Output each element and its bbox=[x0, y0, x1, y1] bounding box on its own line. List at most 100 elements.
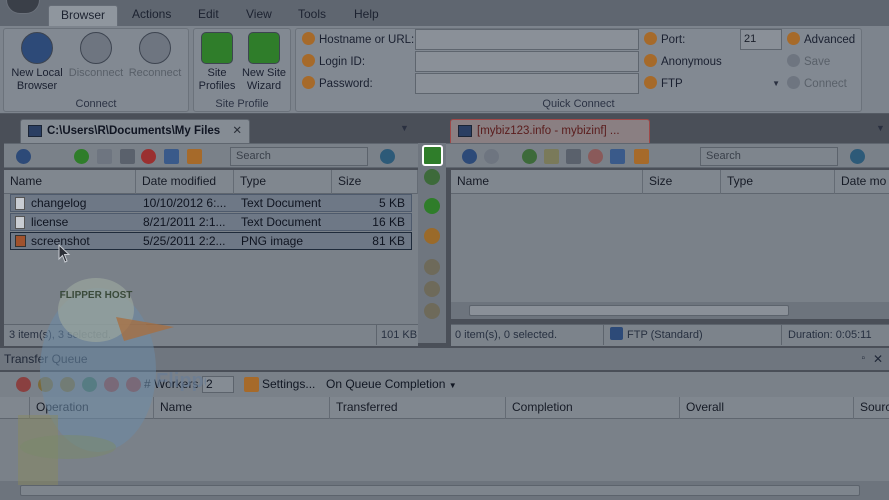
port-input[interactable]: 21 bbox=[740, 29, 782, 50]
chevron-down-icon: ▼ bbox=[772, 79, 780, 88]
tab-edit[interactable]: Edit bbox=[186, 5, 231, 26]
start-icon[interactable] bbox=[82, 377, 97, 392]
remote-list-header: Name Size Type Date mo bbox=[451, 170, 889, 194]
local-col-size[interactable]: Size bbox=[332, 170, 418, 194]
tab-help[interactable]: Help bbox=[342, 5, 391, 26]
hostname-input[interactable] bbox=[415, 29, 639, 50]
local-col-date[interactable]: Date modified bbox=[136, 170, 234, 194]
site-wizard-icon bbox=[248, 32, 280, 64]
login-id-input[interactable] bbox=[415, 51, 639, 72]
remote-col-name[interactable]: Name bbox=[451, 170, 643, 194]
password-input[interactable] bbox=[415, 73, 639, 94]
file-date: 5/25/2011 2:2... bbox=[143, 234, 226, 248]
tab-list-chevron-icon[interactable]: ▼ bbox=[400, 123, 409, 133]
search-icon[interactable] bbox=[380, 149, 395, 164]
queue-col-name[interactable]: Name bbox=[154, 397, 330, 419]
remote-edit-icon[interactable] bbox=[610, 149, 625, 164]
remote-print-icon[interactable] bbox=[566, 149, 581, 164]
queue-col-operation[interactable]: Operation bbox=[30, 397, 154, 419]
local-file-list[interactable]: changelog 10/10/2012 6:... Text Document… bbox=[4, 194, 418, 324]
view-options-icon[interactable] bbox=[187, 149, 202, 164]
remote-col-type[interactable]: Type bbox=[721, 170, 835, 194]
advanced-button[interactable]: Advanced bbox=[787, 30, 855, 50]
remote-tab-list-chevron-icon[interactable]: ▼ bbox=[876, 123, 885, 133]
remote-forward-icon[interactable] bbox=[484, 149, 499, 164]
remote-col-date[interactable]: Date mo bbox=[835, 170, 889, 194]
settings-button[interactable]: Settings... bbox=[262, 372, 315, 397]
save-button[interactable]: Save bbox=[787, 52, 830, 72]
queue-scrollbar-thumb[interactable] bbox=[20, 485, 860, 496]
local-col-name[interactable]: Name bbox=[4, 170, 136, 194]
scrollbar-thumb[interactable] bbox=[469, 305, 789, 316]
tab-tools[interactable]: Tools bbox=[286, 5, 338, 26]
tab-view[interactable]: View bbox=[234, 5, 284, 26]
remote-horizontal-scrollbar[interactable] bbox=[451, 302, 889, 319]
remote-site-label: [mybiz123.info - mybizinf] ... bbox=[477, 125, 620, 137]
remote-delete-icon[interactable] bbox=[588, 149, 603, 164]
local-path-label: C:\Users\R\Documents\My Files bbox=[47, 125, 221, 137]
queue-completion-dropdown[interactable]: On Queue Completion ▼ bbox=[326, 372, 457, 398]
sync-icon[interactable] bbox=[424, 198, 440, 214]
table-row[interactable]: changelog 10/10/2012 6:... Text Document… bbox=[10, 194, 412, 212]
local-pane-tab[interactable]: C:\Users\R\Documents\My Files ✕ bbox=[20, 119, 250, 143]
remote-copy-icon[interactable] bbox=[544, 149, 559, 164]
clear-icon[interactable] bbox=[126, 377, 141, 392]
anonymous-toggle[interactable]: Anonymous bbox=[644, 52, 722, 72]
queue-col-overall[interactable]: Overall bbox=[680, 397, 854, 419]
site-profiles-button[interactable]: Site Profiles bbox=[196, 32, 238, 93]
connect-group-label: Connect bbox=[75, 98, 117, 110]
remote-search-input[interactable]: Search bbox=[700, 147, 838, 166]
remote-search-icon[interactable] bbox=[850, 149, 865, 164]
remote-status-duration: Duration: 0:05:11 bbox=[781, 325, 872, 345]
remote-refresh-icon[interactable] bbox=[522, 149, 537, 164]
connect-button[interactable]: Connect bbox=[787, 74, 847, 94]
queue-col-source[interactable]: Sourc bbox=[854, 397, 889, 419]
queue-col-completion[interactable]: Completion bbox=[506, 397, 680, 419]
new-local-browser-button[interactable]: New Local Browser bbox=[6, 32, 68, 93]
remote-pane-tab[interactable]: [mybiz123.info - mybizinf] ... bbox=[450, 119, 650, 143]
download-arrow-icon[interactable] bbox=[424, 169, 440, 185]
print-icon[interactable] bbox=[120, 149, 135, 164]
local-status-bar: 3 item(s), 3 selected. 101 KB bbox=[4, 324, 418, 346]
disconnect-button[interactable]: Disconnect bbox=[64, 32, 128, 80]
stop-icon[interactable] bbox=[16, 377, 31, 392]
protocol-dropdown[interactable]: FTP ▼ bbox=[644, 74, 784, 94]
queue-horizontal-scrollbar[interactable] bbox=[0, 481, 889, 500]
upload-arrow-icon[interactable] bbox=[422, 145, 443, 166]
computer-icon bbox=[28, 125, 42, 137]
pause-icon[interactable] bbox=[38, 377, 53, 392]
queue-info-icon[interactable] bbox=[424, 228, 440, 244]
remote-col-size[interactable]: Size bbox=[643, 170, 721, 194]
close-icon[interactable]: ✕ bbox=[232, 120, 242, 142]
remote-view-options-icon[interactable] bbox=[634, 149, 649, 164]
copy-icon[interactable] bbox=[97, 149, 112, 164]
back-arrow-icon[interactable] bbox=[16, 149, 31, 164]
remote-file-list[interactable] bbox=[451, 194, 889, 302]
local-col-type[interactable]: Type bbox=[234, 170, 332, 194]
file-type: PNG image bbox=[241, 234, 304, 248]
tab-browser[interactable]: Browser bbox=[48, 5, 119, 26]
close-queue-icon[interactable]: ✕ bbox=[873, 348, 883, 370]
tab-actions[interactable]: Actions bbox=[120, 5, 183, 26]
edit-icon[interactable] bbox=[164, 149, 179, 164]
queue-list[interactable] bbox=[0, 419, 889, 481]
local-tab-strip: C:\Users\R\Documents\My Files ✕ ▼ bbox=[0, 119, 418, 143]
key-icon bbox=[302, 76, 315, 89]
server-icon bbox=[458, 125, 472, 137]
new-site-wizard-button[interactable]: New Site Wizard bbox=[238, 32, 290, 93]
queue-remove-icon[interactable] bbox=[424, 303, 440, 319]
local-search-input[interactable]: Search bbox=[230, 147, 368, 166]
queue-col-transferred[interactable]: Transferred bbox=[330, 397, 506, 419]
resume-icon[interactable] bbox=[60, 377, 75, 392]
queue-move-up-icon[interactable] bbox=[424, 259, 440, 275]
remove-icon[interactable] bbox=[104, 377, 119, 392]
pin-icon[interactable]: ▫ bbox=[861, 348, 865, 370]
refresh-icon[interactable] bbox=[74, 149, 89, 164]
app-menu-button[interactable] bbox=[6, 0, 40, 14]
delete-icon[interactable] bbox=[141, 149, 156, 164]
workers-stepper[interactable]: 2 bbox=[202, 376, 234, 393]
remote-back-icon[interactable] bbox=[462, 149, 477, 164]
queue-move-down-icon[interactable] bbox=[424, 281, 440, 297]
reconnect-button[interactable]: Reconnect bbox=[124, 32, 186, 80]
table-row[interactable]: license 8/21/2011 2:1... Text Document 1… bbox=[10, 213, 412, 231]
